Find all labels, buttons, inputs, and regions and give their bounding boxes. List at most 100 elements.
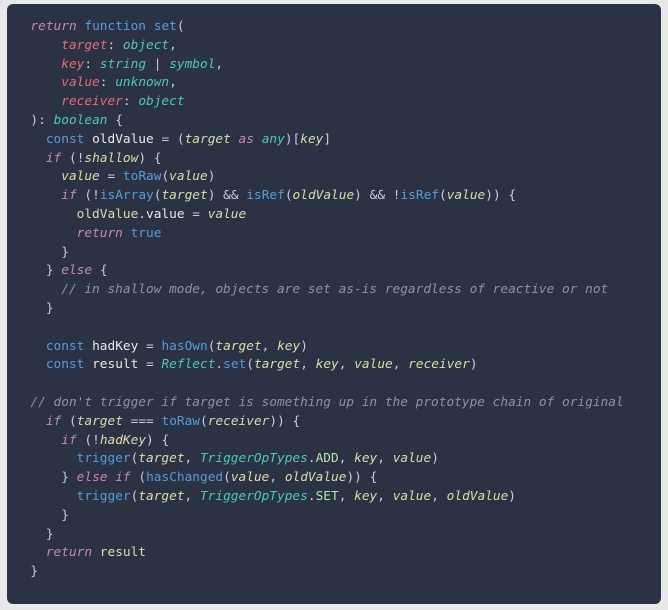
code-token: shallow xyxy=(84,151,138,166)
code-token: { xyxy=(154,151,162,166)
code-token: TriggerOpTypes xyxy=(200,489,308,504)
code-token: oldValue xyxy=(293,188,355,203)
code-token xyxy=(15,245,61,260)
code-line: value = toRaw(value) xyxy=(15,169,215,184)
code-token: value xyxy=(146,207,185,222)
code-token: , xyxy=(377,489,385,504)
code-token xyxy=(192,489,200,504)
code-token: { xyxy=(293,414,301,429)
code-token: as xyxy=(239,132,254,147)
code-line: const result = Reflect.set(target, key, … xyxy=(15,357,478,372)
code-token xyxy=(231,132,239,147)
code-token: } xyxy=(61,470,69,485)
code-line: if (!hadKey) { xyxy=(15,433,169,448)
code-token xyxy=(15,57,61,72)
code-token: ) xyxy=(470,357,478,372)
code-token: isRef xyxy=(246,188,285,203)
code-token xyxy=(15,132,46,147)
code-token: , xyxy=(300,357,308,372)
code-token: SET xyxy=(316,489,339,504)
code-token: ( xyxy=(246,357,254,372)
code-token xyxy=(15,527,46,542)
code-line: target: object, xyxy=(15,38,177,53)
code-token xyxy=(362,470,370,485)
code-token xyxy=(61,414,69,429)
code-token: result xyxy=(92,357,138,372)
code-token: : xyxy=(123,94,131,109)
code-token: oldValue xyxy=(285,470,347,485)
code-token xyxy=(169,132,177,147)
code-token: oldValue xyxy=(77,207,139,222)
code-token: . xyxy=(308,489,316,504)
code-line: key: string | symbol, xyxy=(15,57,223,72)
code-token: , xyxy=(215,57,223,72)
code-token xyxy=(15,38,61,53)
code-token xyxy=(15,489,77,504)
code-token xyxy=(15,451,77,466)
code-token: } xyxy=(61,508,69,523)
code-line: // in shallow mode, objects are set as-i… xyxy=(15,282,608,297)
code-line: } xyxy=(15,508,69,523)
code-token: set xyxy=(223,357,246,372)
code-token: key xyxy=(316,357,339,372)
code-line: oldValue.value = value xyxy=(15,207,246,222)
code-token xyxy=(123,226,131,241)
code-token: { xyxy=(161,433,169,448)
code-token: ) xyxy=(354,188,362,203)
code-token: ) xyxy=(300,339,308,354)
code-token: if xyxy=(61,433,76,448)
code-line: } else if (hasChanged(value, oldValue)) … xyxy=(15,470,377,485)
code-token: . xyxy=(215,357,223,372)
code-token: true xyxy=(131,226,162,241)
code-line: return result xyxy=(15,545,146,560)
code-token: value xyxy=(208,207,247,222)
code-token xyxy=(146,151,154,166)
code-token: const xyxy=(46,339,85,354)
code-token xyxy=(285,414,293,429)
code-token xyxy=(15,151,46,166)
code-token: ( xyxy=(84,433,92,448)
code-token: )[ xyxy=(285,132,300,147)
code-token xyxy=(115,169,123,184)
code-token: oldValue xyxy=(92,132,154,147)
code-token: ) xyxy=(508,489,516,504)
code-token xyxy=(46,113,54,128)
code-token: ADD xyxy=(316,451,339,466)
code-token xyxy=(15,301,46,316)
code-token: ( xyxy=(439,188,447,203)
code-line: } xyxy=(15,527,54,542)
code-token xyxy=(15,207,77,222)
code-token: ( xyxy=(285,188,293,203)
code-token: value xyxy=(393,451,432,466)
code-token xyxy=(15,19,30,34)
code-token: value xyxy=(169,169,208,184)
code-token xyxy=(362,188,370,203)
code-token xyxy=(15,188,61,203)
code-token: { xyxy=(100,263,108,278)
code-token: , xyxy=(269,470,277,485)
code-token: ) xyxy=(208,169,216,184)
code-line: } xyxy=(15,301,54,316)
code-token: = xyxy=(192,207,200,222)
code-token xyxy=(15,75,61,90)
code-token xyxy=(15,545,46,560)
code-token: ! xyxy=(92,188,100,203)
code-token: unknown xyxy=(115,75,169,90)
code-line: // don't trigger if target is something … xyxy=(15,395,624,410)
code-token: value xyxy=(231,470,270,485)
code-token: = xyxy=(146,339,154,354)
code-token: set xyxy=(154,19,177,34)
code-token: ( xyxy=(161,169,169,184)
code-token: key xyxy=(354,451,377,466)
code-token: trigger xyxy=(77,451,131,466)
code-token xyxy=(15,263,46,278)
code-line: } xyxy=(15,245,69,260)
code-token xyxy=(15,414,46,429)
code-token xyxy=(346,489,354,504)
code-token: value xyxy=(393,489,432,504)
code-token: , xyxy=(377,451,385,466)
code-token: key xyxy=(61,57,84,72)
code-token xyxy=(15,508,61,523)
code-token: receiver xyxy=(208,414,270,429)
code-token xyxy=(269,339,277,354)
